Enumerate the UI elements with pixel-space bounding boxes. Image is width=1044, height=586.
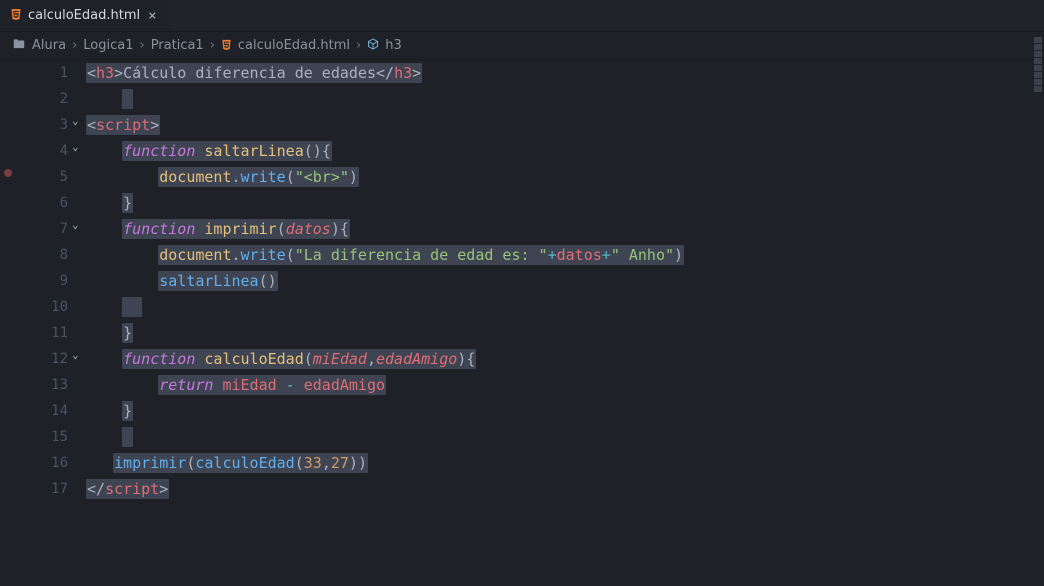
folder-icon: [12, 37, 26, 55]
chevron-right-icon: ›: [356, 38, 361, 53]
code-line: function calculoEdad(miEdad,edadAmigo){: [86, 346, 684, 372]
code-line: <h3>Cálculo diferencia de edades</h3>: [86, 60, 684, 86]
fold-toggle[interactable]: ⌄: [72, 348, 79, 361]
code-line: imprimir(calculoEdad(33,27)): [86, 450, 684, 476]
overview-marker: [1034, 65, 1042, 71]
overview-marker: [1034, 44, 1042, 50]
code-line: function saltarLinea(){: [86, 138, 684, 164]
chevron-right-icon: ›: [72, 38, 77, 53]
tab-bar: calculoEdad.html ×: [0, 0, 1044, 32]
breadcrumb-segment[interactable]: Logica1: [83, 38, 133, 53]
line-number: 1: [0, 60, 68, 86]
tab-file[interactable]: calculoEdad.html ×: [0, 0, 169, 31]
code-line: <script>: [86, 112, 684, 138]
line-number: 2: [0, 86, 68, 112]
line-number: 4: [0, 138, 68, 164]
symbol-icon: [367, 38, 379, 53]
line-number: 7: [0, 216, 68, 242]
code-area[interactable]: <h3>Cálculo diferencia de edades</h3> <s…: [86, 60, 684, 586]
code-line: function imprimir(datos){: [86, 216, 684, 242]
modified-marker-icon: [4, 169, 12, 177]
code-line: document.write("<br>"): [86, 164, 684, 190]
line-number: 8: [0, 242, 68, 268]
fold-toggle[interactable]: ⌄: [72, 140, 79, 153]
code-line: }: [86, 398, 684, 424]
line-number: 16: [0, 450, 68, 476]
overview-marker: [1034, 79, 1042, 85]
line-number: 11: [0, 320, 68, 346]
line-number: 6: [0, 190, 68, 216]
gutter: 1 2 3 4 5 6 7 8 9 10 11 12 13 14 15 16 1…: [0, 60, 86, 586]
breadcrumb-segment[interactable]: Alura: [32, 38, 66, 53]
line-number: 15: [0, 424, 68, 450]
code-line: }: [86, 190, 684, 216]
code-line: }: [86, 320, 684, 346]
code-line: return miEdad - edadAmigo: [86, 372, 684, 398]
line-number: 12: [0, 346, 68, 372]
fold-toggle[interactable]: ⌄: [72, 114, 79, 127]
code-line: </script>: [86, 476, 684, 502]
fold-toggle[interactable]: ⌄: [72, 218, 79, 231]
overview-marker: [1034, 86, 1042, 92]
line-number: 9: [0, 268, 68, 294]
html-file-icon: [10, 8, 22, 23]
code-line: document.write("La diferencia de edad es…: [86, 242, 684, 268]
line-number: 3: [0, 112, 68, 138]
close-icon[interactable]: ×: [146, 8, 158, 24]
overview-marker: [1034, 58, 1042, 64]
html-file-icon: [221, 39, 232, 53]
code-line: [86, 294, 684, 320]
line-number: 13: [0, 372, 68, 398]
tab-label: calculoEdad.html: [28, 8, 140, 23]
code-line: saltarLinea(): [86, 268, 684, 294]
overview-marker: [1034, 72, 1042, 78]
code-line: [86, 424, 684, 450]
line-number: 14: [0, 398, 68, 424]
breadcrumb-segment[interactable]: Pratica1: [151, 38, 204, 53]
chevron-right-icon: ›: [139, 38, 144, 53]
code-line: [86, 86, 684, 112]
chevron-right-icon: ›: [210, 38, 215, 53]
breadcrumb-segment[interactable]: h3: [385, 38, 402, 53]
editor[interactable]: 1 2 3 4 5 6 7 8 9 10 11 12 13 14 15 16 1…: [0, 60, 1044, 586]
breadcrumb: Alura › Logica1 › Pratica1 › calculoEdad…: [0, 32, 1044, 60]
line-number: 5: [0, 164, 68, 190]
overview-marker: [1034, 37, 1042, 43]
line-number: 17: [0, 476, 68, 502]
overview-marker: [1034, 51, 1042, 57]
line-number: 10: [0, 294, 68, 320]
breadcrumb-segment[interactable]: calculoEdad.html: [238, 38, 350, 53]
scrollbar[interactable]: [1032, 32, 1044, 586]
